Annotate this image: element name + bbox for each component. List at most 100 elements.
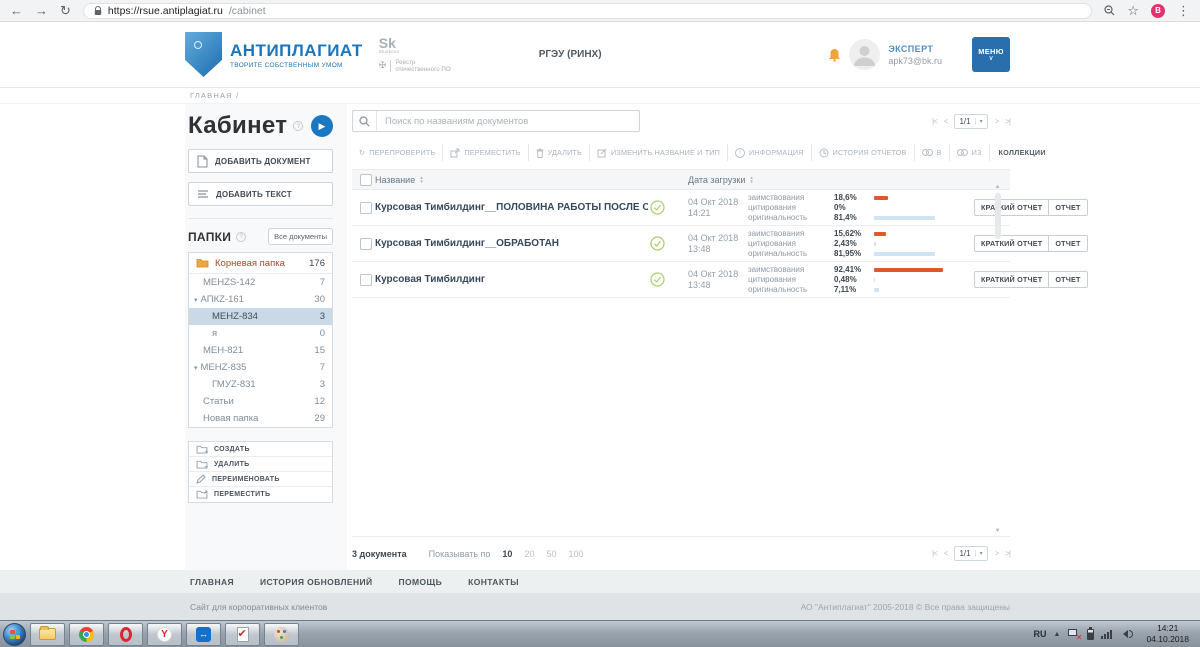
short-report-button[interactable]: КРАТКИЙ ОТЧЕТ xyxy=(974,235,1049,252)
folder-item[interactable]: ▾ АПКZ-161 30 xyxy=(189,291,332,308)
move-document-button[interactable]: ПЕРЕМЕСТИТЬ xyxy=(443,144,528,161)
add-text-button[interactable]: ДОБАВИТЬ ТЕКСТ xyxy=(188,182,333,206)
rename-document-button[interactable]: ИЗМЕНИТЬ НАЗВАНИЕ И ТИП xyxy=(590,144,728,161)
folder-item[interactable]: ▾ MEHZ-835 7 xyxy=(189,359,332,376)
taskbar-paint-button[interactable] xyxy=(264,623,299,646)
info-button[interactable]: i ИНФОРМАЦИЯ xyxy=(728,144,812,161)
caret-down-icon[interactable]: ▾ xyxy=(194,364,198,372)
report-button[interactable]: ОТЧЕТ xyxy=(1048,271,1087,288)
folders-help-icon[interactable]: ? xyxy=(236,232,246,242)
volume-icon[interactable] xyxy=(1119,630,1133,638)
sort-icon[interactable]: ▲▼ xyxy=(749,176,753,184)
tray-clock[interactable]: 14:21 04.10.2018 xyxy=(1140,623,1195,645)
bookmark-star-icon[interactable]: ☆ xyxy=(1127,4,1139,17)
signal-bars-icon[interactable] xyxy=(1101,630,1112,639)
page-select[interactable]: 1/1 ▾ xyxy=(954,114,987,129)
add-document-button[interactable]: ДОБАВИТЬ ДОКУМЕНТ xyxy=(188,149,333,173)
footer-link-help[interactable]: ПОМОЩЬ xyxy=(399,577,443,587)
folder-item-selected[interactable]: MEHZ-834 3 xyxy=(189,308,332,325)
taskbar-editor-button[interactable]: ✔ xyxy=(225,623,260,646)
video-play-button[interactable]: ▶ xyxy=(311,115,333,137)
brand-text[interactable]: АНТИПЛАГИАТ ТВОРИТЕ СОБСТВЕННЫМ УМОМ xyxy=(230,41,363,69)
prev-page-icon[interactable]: < xyxy=(944,549,948,558)
document-name[interactable]: Курсовая Тимбилдинг__ОБРАБОТАН xyxy=(375,238,648,249)
hidden-icons-chevron[interactable]: ▲ xyxy=(1054,631,1061,638)
folder-item[interactable]: ГМУZ-831 3 xyxy=(189,376,332,393)
folder-item[interactable]: MEHZS-142 7 xyxy=(189,274,332,291)
prev-page-icon[interactable]: < xyxy=(944,117,948,126)
page-size-20[interactable]: 20 xyxy=(524,549,534,559)
search-icon[interactable] xyxy=(353,111,377,131)
first-page-icon[interactable]: |< xyxy=(932,549,937,558)
browser-profile-avatar[interactable]: B xyxy=(1151,4,1165,18)
move-folder-button[interactable]: ПЕРЕМЕСТИТЬ xyxy=(189,487,332,502)
last-page-icon[interactable]: >| xyxy=(1005,549,1010,558)
recheck-button[interactable]: ↻ ПЕРЕПРОВЕРИТЬ xyxy=(352,144,443,161)
taskbar-teamviewer-button[interactable]: ↔ xyxy=(186,623,221,646)
browser-forward-icon[interactable]: → xyxy=(35,4,48,17)
all-documents-button[interactable]: Все документы xyxy=(268,228,333,245)
footer-link-updates[interactable]: ИСТОРИЯ ОБНОВЛЕНИЙ xyxy=(260,577,372,587)
short-report-button[interactable]: КРАТКИЙ ОТЧЕТ xyxy=(974,199,1049,216)
page-size-50[interactable]: 50 xyxy=(546,549,556,559)
table-scrollbar[interactable]: ▲ ▼ xyxy=(993,183,1002,535)
scroll-up-icon[interactable]: ▲ xyxy=(995,183,1001,191)
language-indicator[interactable]: RU xyxy=(1034,629,1047,639)
address-bar[interactable]: https://rsue.antiplagiat.ru/cabinet xyxy=(83,3,1092,19)
help-icon[interactable]: ? xyxy=(293,121,303,131)
rename-folder-button[interactable]: ПЕРЕИМЕНОВАТЬ xyxy=(189,472,332,487)
folder-item[interactable]: я 0 xyxy=(189,325,332,342)
delete-document-button[interactable]: УДАЛИТЬ xyxy=(529,144,590,161)
report-button[interactable]: ОТЧЕТ xyxy=(1048,199,1087,216)
browser-refresh-icon[interactable]: ↻ xyxy=(60,4,71,17)
report-history-button[interactable]: ИСТОРИЯ ОТЧЕТОВ xyxy=(812,144,915,161)
column-date-label[interactable]: Дата загрузки xyxy=(688,175,745,185)
collections-label[interactable]: КОЛЛЕКЦИИ xyxy=(990,148,1055,157)
document-name[interactable]: Курсовая Тимбилдинг xyxy=(375,274,648,285)
last-page-icon[interactable]: >| xyxy=(1005,117,1010,126)
scrollbar-thumb[interactable] xyxy=(995,193,1001,239)
page-size-10[interactable]: 10 xyxy=(502,549,512,559)
short-report-button[interactable]: КРАТКИЙ ОТЧЕТ xyxy=(974,271,1049,288)
browser-menu-icon[interactable]: ⋮ xyxy=(1177,4,1190,17)
taskbar-explorer-button[interactable] xyxy=(30,623,65,646)
collection-remove-button[interactable]: ИЗ xyxy=(950,144,990,161)
taskbar-chrome-button[interactable] xyxy=(69,623,104,646)
first-page-icon[interactable]: |< xyxy=(932,117,937,126)
breadcrumb-home[interactable]: ГЛАВНАЯ xyxy=(190,91,233,100)
folder-item[interactable]: МЕН-821 15 xyxy=(189,342,332,359)
row-checkbox[interactable] xyxy=(360,274,372,286)
user-avatar[interactable] xyxy=(849,39,880,70)
page-size-100[interactable]: 100 xyxy=(568,549,583,559)
next-page-icon[interactable]: > xyxy=(995,549,999,558)
breadcrumb[interactable]: ГЛАВНАЯ / xyxy=(190,88,1200,100)
footer-link-contacts[interactable]: КОНТАКТЫ xyxy=(468,577,519,587)
column-name-label[interactable]: Название xyxy=(375,175,415,185)
sort-icon[interactable]: ▲▼ xyxy=(419,176,423,184)
antiplagiat-shield-logo[interactable] xyxy=(185,32,222,77)
scroll-down-icon[interactable]: ▼ xyxy=(995,527,1001,535)
row-checkbox[interactable] xyxy=(360,238,372,250)
next-page-icon[interactable]: > xyxy=(995,117,999,126)
collection-add-button[interactable]: В xyxy=(915,144,950,161)
zoom-icon[interactable] xyxy=(1104,5,1115,16)
taskbar-opera-button[interactable] xyxy=(108,623,143,646)
footer-link-home[interactable]: ГЛАВНАЯ xyxy=(190,577,234,587)
document-name[interactable]: Курсовая Тимбилдинг__ПОЛОВИНА РАБОТЫ ПОС… xyxy=(375,202,648,213)
taskbar-yandex-button[interactable]: Y xyxy=(147,623,182,646)
folder-item[interactable]: Статьи 12 xyxy=(189,393,332,410)
battery-icon[interactable] xyxy=(1087,629,1094,640)
select-all-checkbox[interactable] xyxy=(360,174,372,186)
page-select[interactable]: 1/1 ▾ xyxy=(954,546,987,561)
report-button[interactable]: ОТЧЕТ xyxy=(1048,235,1087,252)
delete-folder-button[interactable]: УДАЛИТЬ xyxy=(189,457,332,472)
menu-button[interactable]: МЕНЮ ∨ xyxy=(972,37,1010,72)
user-info[interactable]: ЭКСПЕРТ apk73@bk.ru xyxy=(888,43,942,67)
create-folder-button[interactable]: СОЗДАТЬ xyxy=(189,442,332,457)
row-checkbox[interactable] xyxy=(360,202,372,214)
start-button[interactable] xyxy=(3,623,26,646)
folder-item[interactable]: Новая папка 29 xyxy=(189,410,332,427)
browser-back-icon[interactable]: ← xyxy=(10,4,23,17)
search-input[interactable] xyxy=(377,116,639,127)
caret-down-icon[interactable]: ▾ xyxy=(194,296,198,304)
